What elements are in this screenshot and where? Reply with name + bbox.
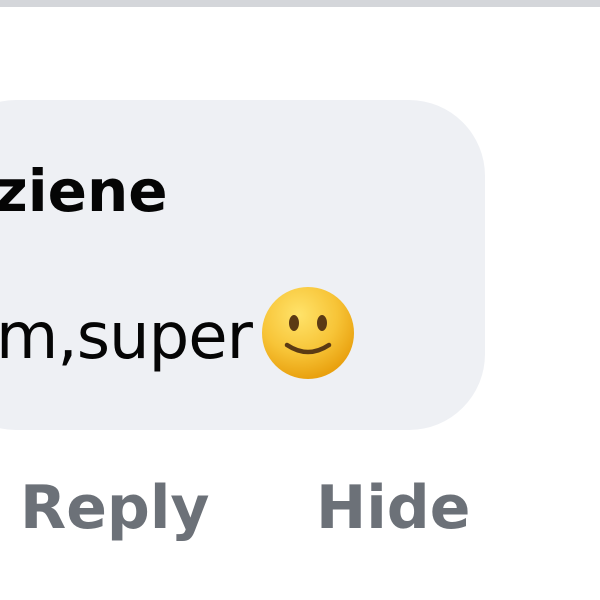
comment-bubble[interactable] <box>0 100 485 430</box>
top-divider <box>0 0 600 7</box>
comment-author-name[interactable]: ziene <box>0 156 168 226</box>
slightly-smiling-face-icon <box>260 285 356 381</box>
hide-button[interactable]: Hide <box>316 468 470 548</box>
reply-button[interactable]: Reply <box>20 468 210 548</box>
comment-actions: Reply Hide <box>0 468 600 548</box>
comment-text: m,super <box>0 300 253 374</box>
comment-body: m,super <box>0 287 356 379</box>
comment-screen: ziene m,super Reply Hide <box>0 0 600 600</box>
